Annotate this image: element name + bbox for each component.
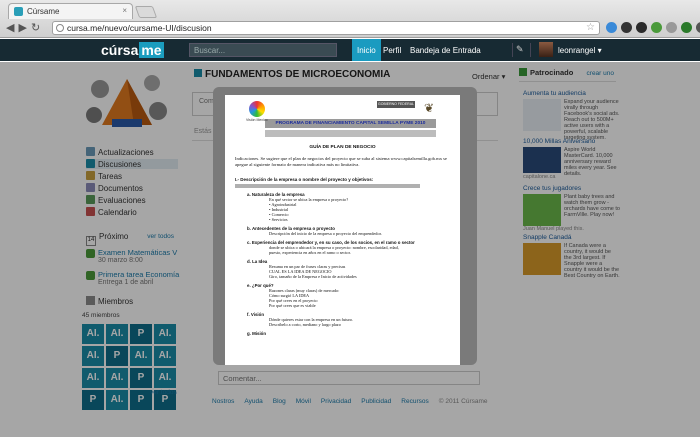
extension-icon[interactable]: [696, 22, 700, 33]
settings-wrench-icon[interactable]: ✎: [516, 44, 524, 55]
document-section-heading: d. La Idea: [247, 259, 268, 264]
extension-icon[interactable]: [651, 22, 662, 33]
tab-title: Cúrsame: [27, 7, 60, 16]
nav-inicio[interactable]: Inicio: [352, 39, 381, 61]
document-line: Describelo a corto, mediano y largo plaz…: [269, 322, 341, 327]
logo-text-b: me: [139, 42, 164, 58]
extension-icon[interactable]: [681, 22, 692, 33]
avatar[interactable]: [539, 42, 553, 57]
document-section: f. Visión Dónde quieres estar con la empr…: [247, 312, 450, 327]
indications-text: Indicaciones. Se sugiere que el plan de …: [235, 156, 447, 167]
extension-icon[interactable]: [636, 22, 647, 33]
reload-icon[interactable]: ↻: [31, 22, 44, 34]
document-section: c. Experiencia del emprendedor y, en su …: [247, 240, 450, 255]
document-line: Por qué crees que es viable: [269, 303, 316, 308]
browser-tab[interactable]: Cúrsame ×: [8, 3, 133, 19]
search-input[interactable]: Buscar...: [189, 43, 337, 57]
browser-chrome: Cúrsame × ◀▶↻ cursa.me/nuevo/cursame-UI/…: [0, 0, 700, 38]
back-icon[interactable]: ◀: [6, 22, 18, 34]
extension-icon[interactable]: [621, 22, 632, 33]
extension-icon[interactable]: [666, 22, 677, 33]
bookmark-star-icon[interactable]: ☆: [586, 22, 595, 33]
extension-icon[interactable]: [606, 22, 617, 33]
cursame-logo[interactable]: cúrsa me: [101, 42, 164, 58]
forward-icon[interactable]: ▶: [18, 22, 30, 34]
document-line: Descripción del inicio de la empresa o p…: [269, 231, 382, 236]
header-strip: [265, 130, 436, 137]
document-line: Giro, tamaño de la Empresa e Inicio de a…: [269, 274, 357, 279]
vision-mexico-logo: [249, 101, 265, 117]
document-section-heading: f. Visión: [247, 312, 264, 317]
section-title: I.- Descripción de la empresa o nombre d…: [235, 177, 374, 182]
document-items: a. Naturaleza de la empresa En qué sector…: [235, 192, 450, 336]
document-section: d. La Idea Resuma en un par de frases cla…: [247, 259, 450, 279]
document-page[interactable]: PROGRAMA DE FINANCIAMIENTO CAPITAL SEMIL…: [225, 95, 460, 365]
globe-icon: [56, 24, 64, 32]
username-menu[interactable]: leonrangel ▾: [558, 46, 602, 55]
program-title: PROGRAMA DE FINANCIAMIENTO CAPITAL SEMIL…: [265, 119, 436, 128]
close-tab-icon[interactable]: ×: [122, 6, 127, 15]
favicon-icon: [14, 7, 23, 16]
document-section: g. Misión: [247, 331, 450, 336]
logo-text-a: cúrsa: [101, 42, 139, 58]
logo-caption: Visión Mexico: [246, 118, 268, 122]
address-bar[interactable]: cursa.me/nuevo/cursame-UI/discusion ☆: [52, 21, 600, 35]
document-section: e. ¿Por qué? Razones claras (muy claras) …: [247, 283, 450, 308]
document-section: b. Antecedentes de la empresa o proyecto…: [247, 226, 450, 236]
mexico-seal-icon: ❦: [423, 101, 435, 115]
nav-bandeja[interactable]: Bandeja de Entrada: [405, 39, 486, 61]
document-line: puesto, experiencia en años en el ramo o…: [269, 250, 351, 255]
nav-perfil[interactable]: Perfil: [378, 39, 406, 61]
browser-nav: ◀▶↻: [6, 21, 44, 34]
url-text: cursa.me/nuevo/cursame-UI/discusion: [67, 23, 212, 33]
guide-title: GUÍA DE PLAN DE NEGOCIO: [309, 145, 376, 150]
divider: [512, 43, 513, 57]
divider: [530, 43, 531, 57]
document-section-heading: g. Misión: [247, 331, 267, 336]
new-tab-button[interactable]: [134, 6, 158, 18]
government-banner: GOBIERNO FEDERAL: [377, 101, 415, 108]
extensions-bar: [606, 22, 700, 33]
document-section: a. Naturaleza de la empresa En qué sector…: [247, 192, 450, 222]
site-header: cúrsa me Buscar... Inicio Perfil Bandeja …: [0, 39, 700, 61]
section-strip: [235, 184, 420, 188]
document-line: • Servicios: [269, 217, 288, 222]
